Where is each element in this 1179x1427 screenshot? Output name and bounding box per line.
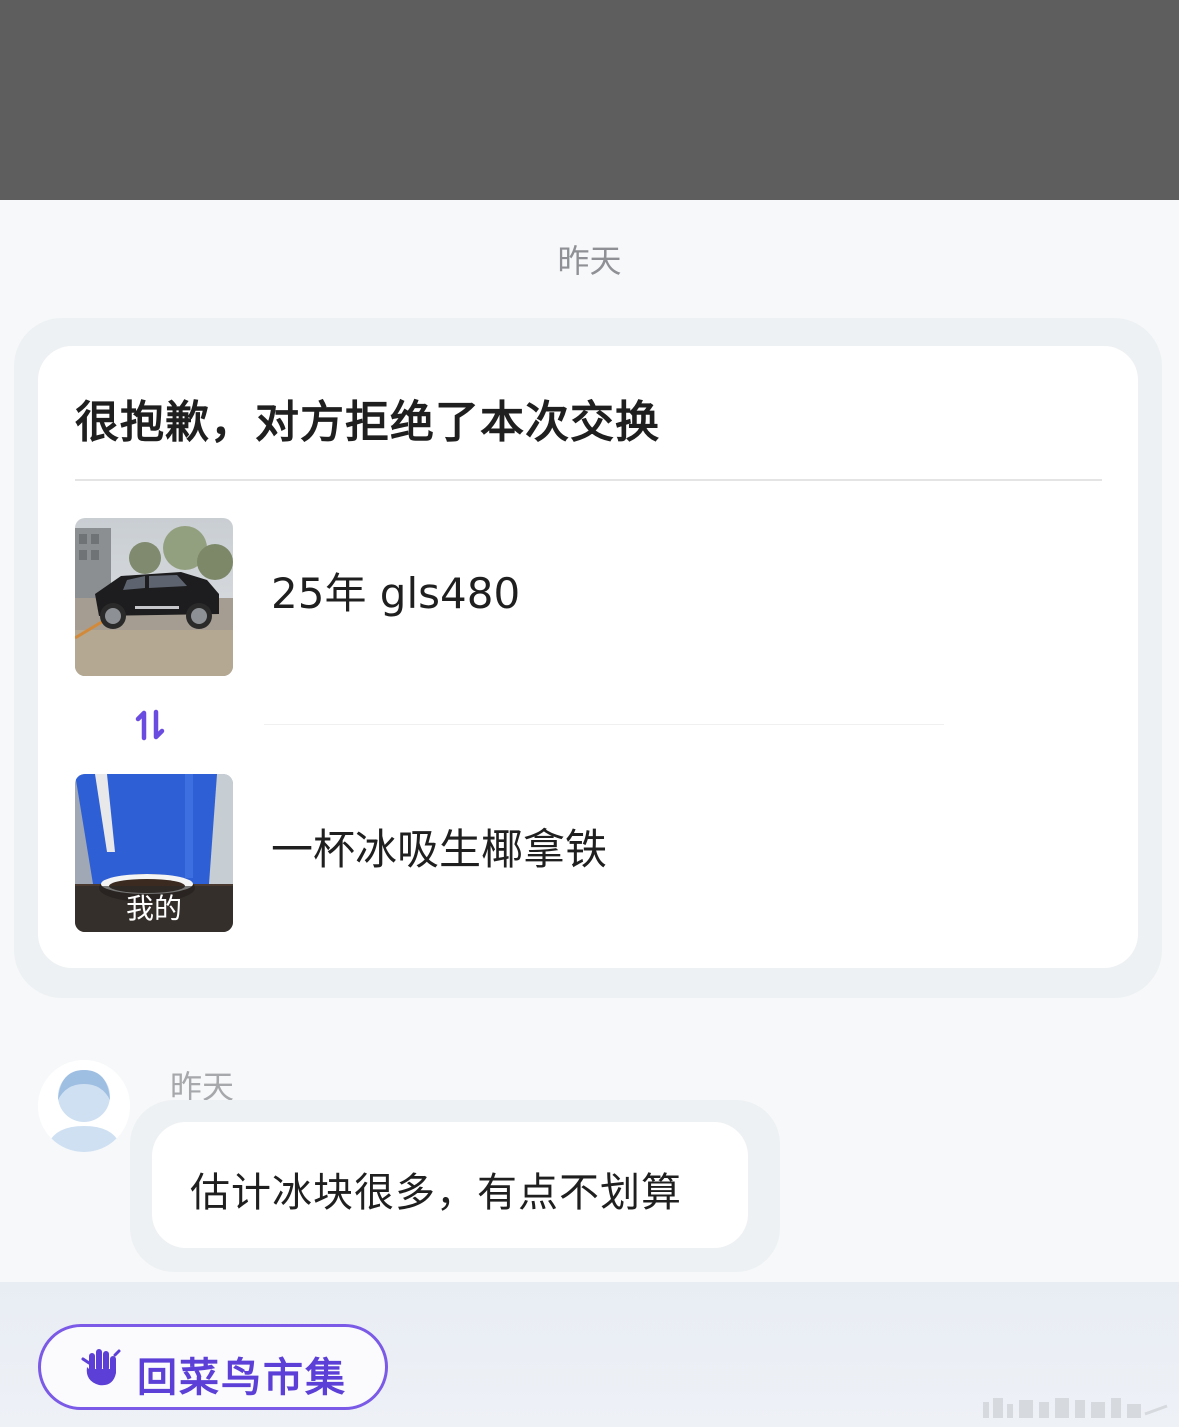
coffee-thumbnail[interactable]: 我的 — [75, 774, 233, 932]
bottom-bar: 回菜鸟市集 — [0, 1282, 1179, 1427]
chat-page: 昨天 很抱歉，对方拒绝了本次交换 25年 gls480 我的 一杯冰吸生椰拿铁 … — [0, 0, 1179, 1427]
my-item[interactable]: 我的 一杯冰吸生椰拿铁 — [75, 774, 1075, 932]
back-button-label: 回菜鸟市集 — [137, 1355, 347, 1401]
their-item-label: 25年 gls480 — [271, 569, 521, 618]
date-separator: 昨天 — [557, 242, 622, 280]
mine-tag: 我的 — [75, 886, 233, 932]
back-to-market-button[interactable]: 回菜鸟市集 — [38, 1324, 388, 1410]
top-overlay — [0, 0, 1179, 200]
car-thumbnail[interactable] — [75, 518, 233, 676]
hand-icon — [81, 1349, 121, 1386]
swap-arrows-icon — [135, 709, 165, 741]
watermark-icon — [983, 1398, 1168, 1418]
my-item-label: 一杯冰吸生椰拿铁 — [271, 825, 608, 874]
exchange-card[interactable]: 很抱歉，对方拒绝了本次交换 25年 gls480 我的 一杯冰吸生椰拿铁 — [38, 346, 1138, 968]
avatar[interactable] — [38, 1060, 130, 1152]
card-divider — [75, 479, 1102, 481]
item-divider — [264, 724, 944, 725]
exchange-status-title: 很抱歉，对方拒绝了本次交换 — [75, 397, 660, 448]
message-bubble[interactable]: 估计冰块很多，有点不划算 — [152, 1122, 748, 1248]
their-item[interactable]: 25年 gls480 — [75, 518, 1075, 676]
message-text: 估计冰块很多，有点不划算 — [190, 1170, 682, 1216]
